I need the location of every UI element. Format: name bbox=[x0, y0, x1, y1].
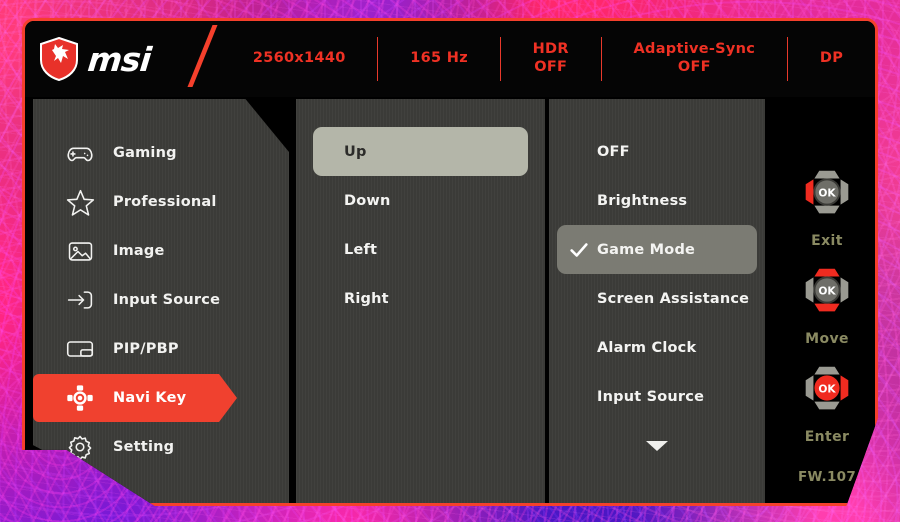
navkey-move: OK Move bbox=[773, 259, 875, 347]
navkey-label: Exit bbox=[811, 233, 843, 249]
sidebar-item-label: Navi Key bbox=[113, 390, 187, 406]
svg-text:OK: OK bbox=[818, 284, 836, 297]
list-item-up[interactable]: Up bbox=[296, 129, 545, 175]
sidebar-item-professional[interactable]: Professional bbox=[33, 178, 289, 226]
check-icon bbox=[570, 243, 588, 257]
list-item-label: Game Mode bbox=[597, 242, 696, 258]
navkey-label: Move bbox=[805, 331, 849, 347]
msi-logo: msi bbox=[39, 37, 153, 81]
status-bar: 2560x1440 165 Hz HDR OFF Adaptive-Sync O… bbox=[221, 21, 875, 97]
screen: msi 2560x1440 165 Hz HDR OFF Adaptive-Sy… bbox=[0, 0, 900, 522]
sidebar-item-label: Professional bbox=[113, 194, 217, 210]
sidebar-item-label: Image bbox=[113, 243, 165, 259]
list-item-label: Left bbox=[344, 242, 378, 258]
status-resolution: 2560x1440 bbox=[252, 50, 346, 67]
list-item-label: Input Source bbox=[597, 389, 705, 405]
sidebar-item-label: Setting bbox=[113, 439, 175, 455]
status-divider bbox=[377, 37, 379, 81]
dpad-left-icon: OK bbox=[805, 170, 849, 214]
navi-key-function-panel: OFF Brightness Game Mode Screen Assistan… bbox=[549, 99, 765, 503]
sidebar-item-image[interactable]: Image bbox=[33, 227, 289, 275]
sidebar-item-input-source[interactable]: Input Source bbox=[33, 276, 289, 324]
osd-header: msi 2560x1440 165 Hz HDR OFF Adaptive-Sy… bbox=[25, 21, 875, 97]
navkey-exit: OK Exit bbox=[773, 161, 875, 249]
navkey-hint-panel: OK Exit OK Move OK Enter FW.107 bbox=[773, 99, 875, 503]
status-divider bbox=[787, 37, 789, 81]
list-item-alarm-clock[interactable]: Alarm Clock bbox=[549, 325, 765, 371]
list-item-label: Screen Assistance bbox=[597, 291, 750, 307]
navkey-enter: OK Enter bbox=[773, 357, 875, 445]
gamepad-icon bbox=[63, 136, 97, 170]
sidebar-item-label: Input Source bbox=[113, 292, 221, 308]
status-divider bbox=[499, 37, 501, 81]
input-arrow-icon bbox=[63, 283, 97, 317]
osd-menu-window: msi 2560x1440 165 Hz HDR OFF Adaptive-Sy… bbox=[22, 18, 878, 506]
star-icon bbox=[63, 185, 97, 219]
msi-wordmark: msi bbox=[85, 39, 153, 79]
dpad-updown-icon: OK bbox=[805, 268, 849, 312]
list-item-brightness[interactable]: Brightness bbox=[549, 178, 765, 224]
navi-key-direction-panel: Up Down Left Right bbox=[296, 99, 545, 503]
list-item-input-source[interactable]: Input Source bbox=[549, 374, 765, 420]
status-hdr: HDR OFF bbox=[532, 41, 569, 75]
sidebar-item-label: Gaming bbox=[113, 145, 177, 161]
list-item-off[interactable]: OFF bbox=[549, 129, 765, 175]
sidebar-item-navi-key[interactable]: Navi Key bbox=[33, 374, 237, 422]
picture-icon bbox=[63, 234, 97, 268]
list-item-screen-assistance[interactable]: Screen Assistance bbox=[549, 276, 765, 322]
list-item-right[interactable]: Right bbox=[296, 276, 545, 322]
list-item-left[interactable]: Left bbox=[296, 227, 545, 273]
list-item-label: Down bbox=[344, 193, 391, 209]
list-item-down[interactable]: Down bbox=[296, 178, 545, 224]
status-divider bbox=[600, 37, 602, 81]
navkey-label: Enter bbox=[804, 429, 850, 445]
list-item-label: OFF bbox=[597, 144, 630, 160]
svg-text:OK: OK bbox=[818, 382, 836, 395]
list-item-label: Brightness bbox=[597, 193, 688, 209]
navi-key-icon bbox=[63, 381, 97, 415]
list-item-label: Right bbox=[344, 291, 389, 307]
sidebar-item-label: PIP/PBP bbox=[113, 341, 179, 357]
status-refresh-rate: 165 Hz bbox=[410, 50, 468, 67]
list-item-label: Up bbox=[344, 144, 367, 160]
header-red-slash bbox=[187, 25, 218, 87]
msi-dragon-shield-icon bbox=[40, 37, 78, 81]
selection-arrow-icon bbox=[219, 374, 237, 422]
sidebar-item-gaming[interactable]: Gaming bbox=[33, 129, 289, 177]
dpad-ok-icon: OK bbox=[805, 366, 849, 410]
svg-text:OK: OK bbox=[818, 186, 836, 199]
list-item-game-mode[interactable]: Game Mode bbox=[549, 227, 765, 273]
sidebar-panel: Gaming Professional Image Input Source P… bbox=[33, 99, 289, 503]
status-adaptive-sync: Adaptive-Sync OFF bbox=[633, 41, 756, 75]
sidebar-item-pip-pbp[interactable]: PIP/PBP bbox=[33, 325, 289, 373]
status-input: DP bbox=[819, 50, 844, 67]
pip-pbp-icon bbox=[63, 332, 97, 366]
chevron-down-icon[interactable] bbox=[646, 441, 668, 451]
list-item-label: Alarm Clock bbox=[597, 340, 697, 356]
